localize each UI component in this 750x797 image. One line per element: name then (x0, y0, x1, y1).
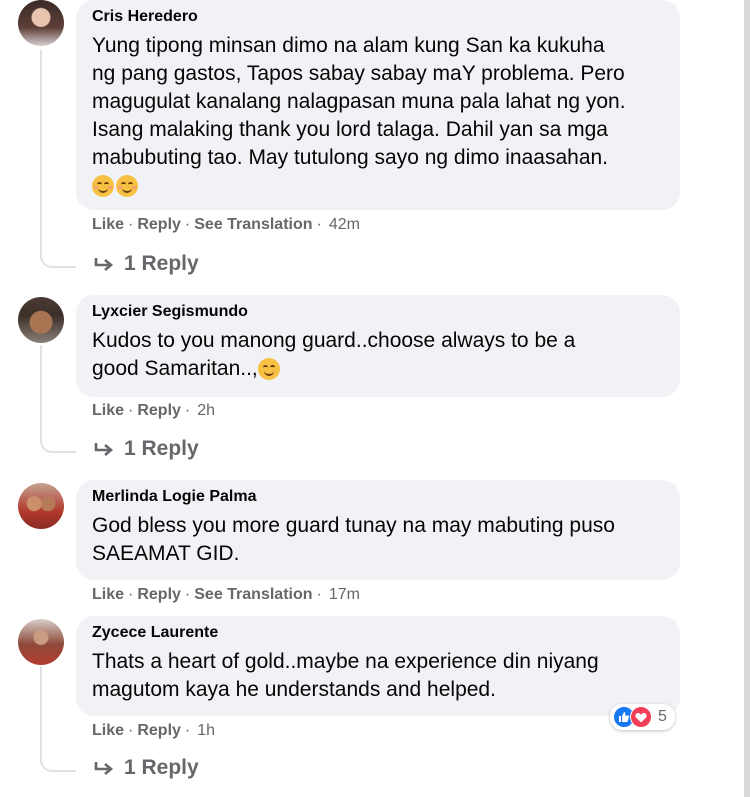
like-button[interactable]: Like (92, 586, 124, 603)
timestamp[interactable]: 1h (197, 722, 215, 739)
comment-line: Yung tipong minsan dimo na alam kung San… (92, 34, 605, 57)
reply-arrow-icon (94, 443, 114, 456)
like-button[interactable]: Like (92, 722, 124, 739)
comment-actions: Like · Reply · 2h (92, 402, 216, 419)
comment-line: SAEAMAT GID. (92, 542, 240, 565)
smile-emoji (257, 358, 280, 381)
comment-actions: Like · Reply · 1h (92, 722, 216, 739)
comment-text: Kudos to you manong guard..choose always… (92, 327, 666, 383)
see-translation-button[interactable]: See Translation (194, 586, 312, 603)
reply-button[interactable]: Reply (137, 586, 181, 603)
view-replies-button[interactable]: 1 Reply (94, 437, 199, 461)
author-name[interactable]: Lyxcier Segismundo (92, 303, 666, 321)
replies-count[interactable]: 1 Reply (124, 252, 199, 276)
comment-line: ng pang gastos, Tapos sabay sabay maY pr… (92, 62, 625, 85)
comment-actions: Like · Reply · See Translation · 42m (92, 216, 360, 233)
reply-arrow-icon (94, 258, 114, 271)
comment-bubble: Merlinda Logie Palma God bless you more … (76, 480, 680, 580)
thread-line (40, 666, 76, 772)
comment-text: Yung tipong minsan dimo na alam kung San… (92, 32, 666, 200)
replies-count[interactable]: 1 Reply (124, 756, 199, 780)
comment-line: Thats a heart of gold..maybe na experien… (92, 650, 599, 673)
smile-emoji (92, 175, 114, 198)
comment-text: God bless you more guard tunay na may ma… (92, 512, 666, 568)
scrollbar-edge (744, 0, 750, 797)
avatar-merlinda-logie-palma[interactable] (18, 483, 64, 529)
comment-line: God bless you more guard tunay na may ma… (92, 514, 615, 537)
comment-line: good Samaritan.., (92, 355, 666, 383)
thread-line (40, 345, 76, 453)
avatar-lyxcier-segismundo[interactable] (18, 297, 64, 343)
reactions-summary[interactable]: 5 (610, 704, 675, 730)
love-reaction-icon (630, 706, 652, 728)
author-name[interactable]: Cris Heredero (92, 8, 666, 26)
avatar-cris-heredero[interactable] (18, 0, 64, 46)
see-translation-button[interactable]: See Translation (194, 216, 312, 233)
thread-line (40, 50, 76, 268)
comment-line: magutom kaya he understands and helped. (92, 678, 496, 701)
timestamp[interactable]: 17m (329, 586, 360, 603)
reply-arrow-icon (94, 762, 114, 775)
reply-button[interactable]: Reply (137, 216, 181, 233)
comment-line: magugulat kanalang nalagpasan muna pala … (92, 90, 626, 113)
timestamp[interactable]: 42m (329, 216, 360, 233)
comment-bubble: Zycece Laurente Thats a heart of gold..m… (76, 616, 680, 716)
comment-text: Thats a heart of gold..maybe na experien… (92, 648, 666, 704)
author-name[interactable]: Zycece Laurente (92, 624, 666, 642)
view-replies-button[interactable]: 1 Reply (94, 756, 199, 780)
smile-emoji (116, 175, 138, 198)
emoji-row (92, 172, 666, 200)
timestamp[interactable]: 2h (197, 402, 215, 419)
avatar-zycece-laurente[interactable] (18, 619, 64, 665)
reply-button[interactable]: Reply (137, 402, 181, 419)
view-replies-button[interactable]: 1 Reply (94, 252, 199, 276)
reply-button[interactable]: Reply (137, 722, 181, 739)
replies-count[interactable]: 1 Reply (124, 437, 199, 461)
comment-line: Isang malaking thank you lord talaga. Da… (92, 118, 608, 141)
author-name[interactable]: Merlinda Logie Palma (92, 488, 666, 506)
comment-bubble: Lyxcier Segismundo Kudos to you manong g… (76, 295, 680, 397)
comment-line: Kudos to you manong guard..choose always… (92, 329, 576, 352)
reaction-count: 5 (658, 708, 667, 725)
comment-line: mabubuting tao. May tutulong sayo ng dim… (92, 146, 609, 169)
comment-actions: Like · Reply · See Translation · 17m (92, 586, 360, 603)
comment-bubble: Cris Heredero Yung tipong minsan dimo na… (76, 0, 680, 210)
like-button[interactable]: Like (92, 402, 124, 419)
like-button[interactable]: Like (92, 216, 124, 233)
